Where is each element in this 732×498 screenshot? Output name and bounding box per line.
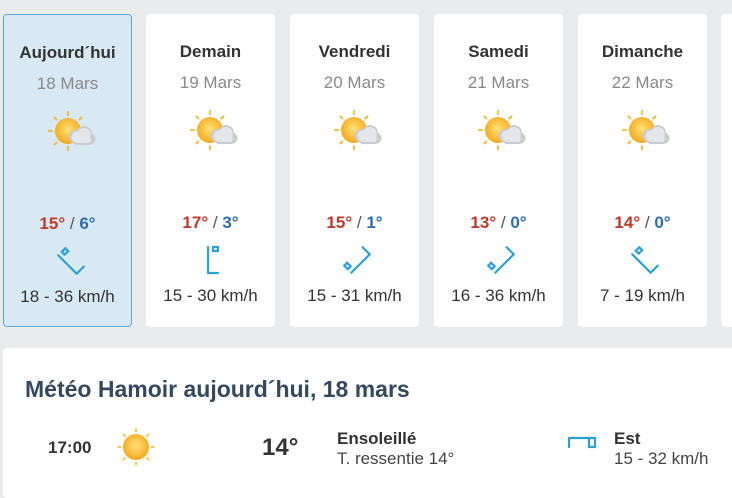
temp-max: 15° [39,214,66,233]
wind-arrow-icon [57,247,85,275]
forecast-card-sunday[interactable]: Dimanche 22 Mars 14° / 0° 7 - 19 km/h [578,14,707,327]
temp-min: 0° [654,213,671,232]
wind-arrow-icon [567,436,597,449]
forecast-day: Dimanche [601,42,684,61]
forecast-temps: 13° / 0° [434,213,563,233]
forecast-card-tomorrow[interactable]: Demain 19 Mars 17° / 3° 15 - 30 km/h [146,14,275,327]
forecast-temps: 15° / 6° [4,214,131,234]
temp-max: 17° [182,213,209,232]
temp-separator: / [212,213,218,232]
forecast-card-saturday[interactable]: Samedi 21 Mars 13° / 0° 16 - 36 km/h [434,14,563,327]
temp-max: 13° [470,213,497,232]
temp-separator: / [69,214,75,233]
temp-separator: / [356,213,362,232]
forecast-card-friday[interactable]: Vendredi 20 Mars 15° / 1° 15 - 31 km/h [290,14,419,327]
temp-min: 0° [510,213,527,232]
today-detail-panel: Météo Hamoir aujourd´hui, 18 mars 17:00 … [3,348,732,498]
forecast-temps: 17° / 3° [146,213,275,233]
partly-cloudy-icon [46,110,96,152]
forecast-temps: 14° / 0° [578,213,707,233]
temp-min: 3° [222,213,239,232]
forecast-date: 21 Mars [467,73,530,92]
forecast-day: Demain [179,42,242,61]
forecast-day: Aujourd´hui [19,43,116,62]
temp-separator: / [500,213,506,232]
temp-max: 15° [326,213,353,232]
detail-condition: Ensoleillé [337,429,417,448]
wind-arrow-icon [631,246,659,274]
forecast-date: 20 Mars [323,73,386,92]
forecast-card-next[interactable] [721,14,732,327]
temp-min: 1° [366,213,383,232]
partly-cloudy-icon [188,109,238,151]
page-title: Météo Hamoir aujourd´hui, 18 mars [25,376,410,402]
wind-arrow-icon [206,245,220,275]
sun-icon [117,428,155,466]
forecast-date: 19 Mars [179,73,242,92]
detail-wind-speed: 15 - 32 km/h [614,449,709,468]
forecast-strip: Aujourd´hui 18 Mars 15° / 6° 18 - 36 km/… [3,14,732,327]
forecast-wind: 18 - 36 km/h [20,287,115,306]
temp-max: 14° [614,213,641,232]
forecast-date: 22 Mars [611,73,674,92]
forecast-day: Samedi [468,42,529,61]
forecast-wind: 7 - 19 km/h [599,286,686,305]
forecast-wind: 15 - 31 km/h [307,286,402,305]
wind-arrow-icon [343,246,371,274]
temp-separator: / [644,213,650,232]
forecast-date: 18 Mars [36,74,99,93]
detail-time: 17:00 [48,438,92,457]
partly-cloudy-icon [332,109,382,151]
temp-min: 6° [79,214,96,233]
partly-cloudy-icon [476,109,526,151]
forecast-wind: 16 - 36 km/h [451,286,546,305]
forecast-temps: 15° / 1° [290,213,419,233]
forecast-card-today[interactable]: Aujourd´hui 18 Mars 15° / 6° 18 - 36 km/… [3,14,132,327]
forecast-day: Vendredi [318,42,391,61]
detail-wind-direction: Est [614,429,641,448]
forecast-wind: 15 - 30 km/h [163,286,258,305]
detail-feels-like: T. ressentie 14° [337,449,455,468]
detail-temperature: 14° [262,434,299,461]
wind-arrow-icon [487,246,515,274]
partly-cloudy-icon [620,109,670,151]
